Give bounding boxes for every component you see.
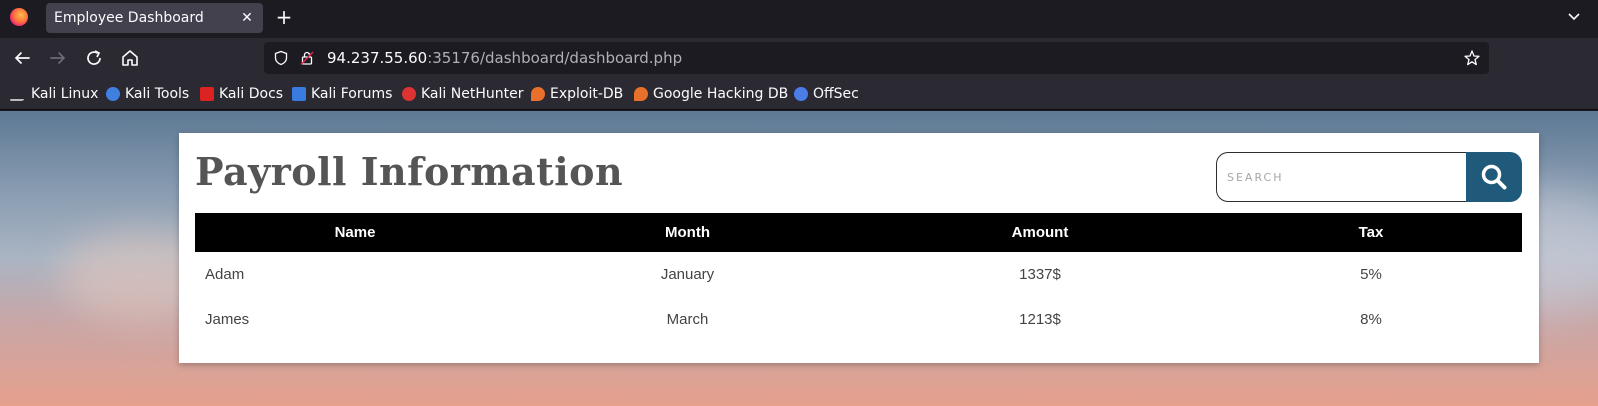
bookmark-label: Kali Forums (311, 86, 393, 102)
ghdb-icon (634, 87, 648, 101)
chevron-down-icon[interactable] (1566, 8, 1582, 24)
page-viewport: Payroll Information Name Month Amount Ta… (0, 111, 1598, 406)
url-text[interactable]: 94.237.55.60:35176/dashboard/dashboard.p… (327, 49, 682, 67)
payroll-table: Name Month Amount Tax Adam January 1337$… (195, 213, 1522, 342)
insecure-lock-icon[interactable] (299, 50, 315, 66)
forward-arrow-icon[interactable] (46, 46, 70, 70)
cell-amount: 1337$ (1019, 266, 1061, 283)
back-arrow-icon[interactable] (10, 46, 34, 70)
page-title: Payroll Information (195, 149, 624, 194)
cell-month: March (666, 311, 709, 328)
search-input[interactable] (1216, 152, 1468, 202)
column-header-name: Name (334, 224, 376, 241)
tab-employee-dashboard[interactable]: Employee Dashboard ✕ (46, 3, 263, 33)
search-box (1216, 152, 1522, 202)
bookmark-kali-tools[interactable]: Kali Tools (106, 85, 189, 103)
close-tab-icon[interactable]: ✕ (237, 8, 257, 28)
table-row: Adam January 1337$ 5% (195, 252, 1522, 297)
bookmark-label: Kali Linux (31, 86, 99, 102)
tab-strip: Employee Dashboard ✕ + (0, 0, 1598, 38)
firefox-logo-icon (10, 8, 28, 26)
column-header-tax: Tax (1358, 224, 1384, 241)
search-button[interactable] (1466, 152, 1522, 202)
bookmark-kali-docs[interactable]: Kali Docs (200, 85, 283, 103)
home-icon[interactable] (118, 46, 142, 70)
kali-forums-icon (292, 87, 306, 101)
bookmark-label: Kali NetHunter (421, 86, 524, 102)
bookmark-star-icon[interactable] (1463, 49, 1481, 67)
cell-tax: 5% (1360, 266, 1382, 283)
tab-title: Employee Dashboard (54, 10, 204, 26)
url-path: :35176/dashboard/dashboard.php (427, 49, 683, 67)
column-header-month: Month (665, 224, 710, 241)
bookmark-label: Kali Tools (125, 86, 190, 102)
bookmark-kali-nethunter[interactable]: Kali NetHunter (402, 85, 523, 103)
tracking-shield-icon[interactable] (273, 50, 289, 66)
kali-nethunter-icon (402, 87, 416, 101)
new-tab-icon[interactable]: + (274, 7, 294, 27)
offsec-icon (794, 87, 808, 101)
table-header-row: Name Month Amount Tax (195, 213, 1522, 252)
cell-name: Adam (205, 266, 245, 283)
navigation-toolbar: 94.237.55.60:35176/dashboard/dashboard.p… (0, 38, 1598, 78)
bookmark-label: OffSec (813, 86, 859, 102)
bookmark-label: Kali Docs (219, 86, 284, 102)
kali-docs-icon (200, 87, 214, 101)
bookmark-label: Exploit-DB (550, 86, 624, 102)
url-bar[interactable]: 94.237.55.60:35176/dashboard/dashboard.p… (264, 42, 1489, 74)
payroll-card: Payroll Information Name Month Amount Ta… (179, 133, 1539, 363)
cell-month: January (660, 266, 715, 283)
bookmarks-toolbar: Kali Linux Kali Tools Kali Docs Kali For… (0, 78, 1598, 110)
bookmark-label: Google Hacking DB (653, 86, 789, 102)
exploit-db-icon (531, 87, 545, 101)
bookmark-kali-forums[interactable]: Kali Forums (292, 85, 392, 103)
url-host: 94.237.55.60 (327, 49, 428, 67)
kali-tools-icon (106, 87, 120, 101)
kali-linux-icon (9, 87, 29, 101)
search-icon (1481, 164, 1507, 190)
bookmark-kali-linux[interactable]: Kali Linux (9, 85, 99, 103)
bookmark-exploit-db[interactable]: Exploit-DB (531, 85, 623, 103)
cell-tax: 8% (1360, 311, 1382, 328)
table-row: James March 1213$ 8% (195, 297, 1522, 342)
bookmark-google-hacking-db[interactable]: Google Hacking DB (634, 85, 788, 103)
bookmark-offsec[interactable]: OffSec (794, 85, 859, 103)
cell-name: James (205, 311, 250, 328)
cell-amount: 1213$ (1019, 311, 1061, 328)
reload-icon[interactable] (82, 46, 106, 70)
column-header-amount: Amount (1011, 224, 1069, 241)
